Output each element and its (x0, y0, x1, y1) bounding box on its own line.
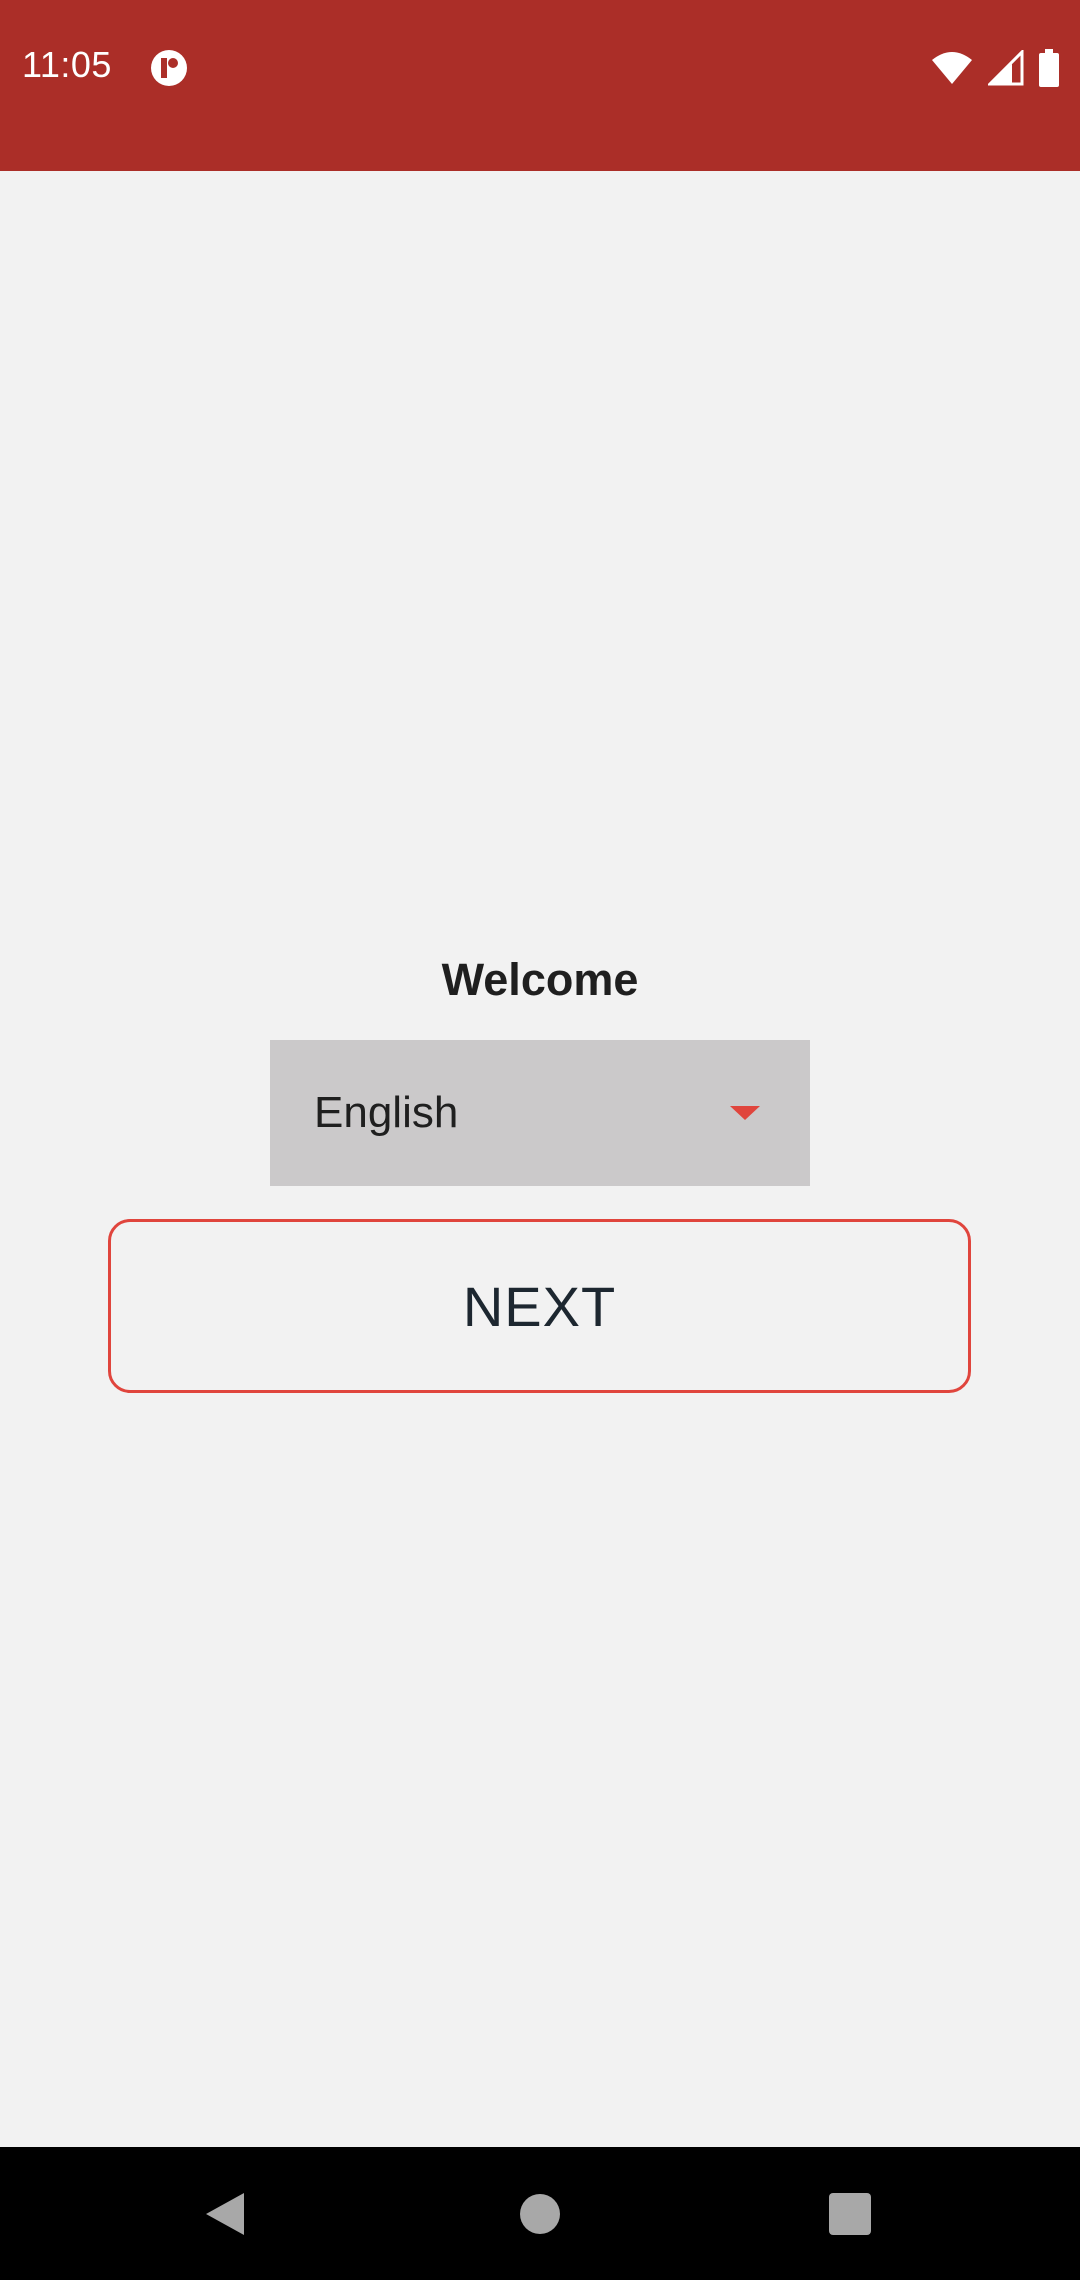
language-select-value: English (314, 1088, 459, 1137)
back-icon[interactable] (204, 2191, 246, 2237)
recents-icon[interactable] (829, 2193, 871, 2235)
language-select[interactable]: English (270, 1040, 810, 1186)
system-nav-bar (0, 2147, 1080, 2280)
battery-icon (1039, 49, 1059, 87)
status-bar: 11:05 (0, 0, 1080, 171)
main-content: Welcome English NEXT (0, 171, 1080, 2147)
app-notification-icon (151, 50, 187, 86)
cell-signal-icon (988, 50, 1024, 86)
welcome-title: Welcome (441, 954, 639, 1005)
next-button[interactable]: NEXT (108, 1219, 971, 1393)
home-icon[interactable] (520, 2194, 560, 2234)
status-icons (930, 48, 1060, 88)
status-time: 11:05 (22, 44, 112, 85)
wifi-icon (932, 52, 972, 84)
dropdown-caret-icon (730, 1106, 760, 1120)
